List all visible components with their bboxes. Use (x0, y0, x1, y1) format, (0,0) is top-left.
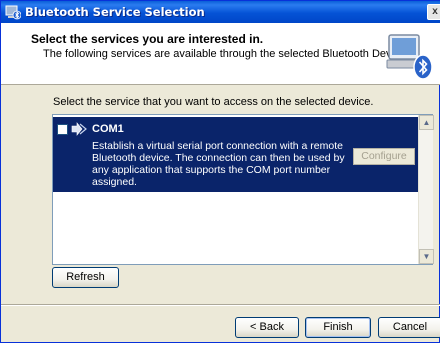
bluetooth-device-icon (386, 34, 433, 80)
cancel-button[interactable]: Cancel (378, 317, 440, 338)
service-prompt: Select the service that you want to acce… (53, 96, 374, 108)
service-list[interactable]: COM1 Establish a virtual serial port con… (52, 114, 434, 265)
bluetooth-app-icon (5, 5, 21, 20)
finish-button[interactable]: Finish (305, 317, 371, 338)
bluetooth-service-icon (71, 122, 87, 136)
scroll-down-button[interactable]: ▼ (419, 249, 434, 264)
service-name: COM1 (92, 123, 124, 135)
close-button[interactable]: x (427, 4, 440, 20)
footer-divider (1, 304, 440, 306)
wizard-header: Select the services you are interested i… (1, 23, 440, 85)
vertical-scrollbar[interactable]: ▲ ▼ (418, 115, 434, 264)
header-subheading: The following services are available thr… (43, 48, 409, 60)
refresh-button[interactable]: Refresh (52, 267, 119, 288)
service-item-com1[interactable]: COM1 Establish a virtual serial port con… (53, 117, 418, 192)
service-checkbox[interactable] (57, 124, 68, 135)
configure-button[interactable]: Configure (353, 148, 415, 165)
back-button[interactable]: < Back (235, 317, 299, 338)
dialog-window: Bluetooth Service Selection x Select the… (0, 0, 440, 343)
scroll-up-button[interactable]: ▲ (419, 115, 434, 130)
window-title: Bluetooth Service Selection (25, 5, 205, 19)
header-heading: Select the services you are interested i… (31, 32, 264, 46)
title-bar[interactable]: Bluetooth Service Selection x (1, 1, 440, 23)
service-description: Establish a virtual serial port connecti… (92, 140, 345, 188)
